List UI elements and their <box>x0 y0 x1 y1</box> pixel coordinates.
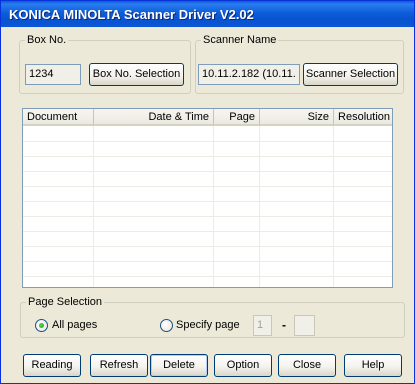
help-button[interactable]: Help <box>344 354 402 377</box>
grid-line <box>23 156 392 157</box>
scanner-name-group-label: Scanner Name <box>203 34 277 46</box>
grid-line <box>23 201 392 202</box>
option-button[interactable]: Option <box>214 354 272 377</box>
grid-line <box>23 171 392 172</box>
title-bar[interactable]: KONICA MINOLTA Scanner Driver V2.02 <box>1 1 414 27</box>
to-page-field[interactable] <box>294 315 315 336</box>
grid-line <box>23 216 392 217</box>
column-header-date-time[interactable]: Date & Time <box>94 109 214 126</box>
column-header-page[interactable]: Page <box>214 109 260 126</box>
box-no-field[interactable]: 1234 <box>25 64 81 85</box>
list-header: Document Date & Time Page Size Resolutio… <box>23 109 392 126</box>
reading-button[interactable]: Reading <box>23 354 81 377</box>
grid-line <box>23 261 392 262</box>
grid-line <box>23 186 392 187</box>
radio-selected-dot <box>39 323 44 328</box>
grid-line <box>23 276 392 277</box>
page-range-separator: - <box>282 318 286 332</box>
close-button[interactable]: Close <box>278 354 336 377</box>
grid-line <box>213 126 214 287</box>
grid-line <box>23 231 392 232</box>
page-selection-group: Page Selection <box>20 297 405 338</box>
specify-page-label[interactable]: Specify page <box>176 319 240 331</box>
grid-line <box>259 126 260 287</box>
column-header-size[interactable]: Size <box>260 109 334 126</box>
scanner-selection-button[interactable]: Scanner Selection <box>303 63 398 86</box>
all-pages-label[interactable]: All pages <box>52 319 97 331</box>
grid-line <box>333 126 334 287</box>
grid-line <box>93 126 94 287</box>
page-selection-group-label: Page Selection <box>28 296 102 308</box>
window-title: KONICA MINOLTA Scanner Driver V2.02 <box>9 7 254 22</box>
specify-page-radio[interactable] <box>160 319 173 332</box>
all-pages-radio[interactable] <box>35 319 48 332</box>
grid-line <box>23 141 392 142</box>
delete-button[interactable]: Delete <box>150 354 208 377</box>
box-no-selection-button[interactable]: Box No. Selection <box>89 63 184 86</box>
column-header-resolution[interactable]: Resolution <box>334 109 392 126</box>
refresh-button[interactable]: Refresh <box>90 354 148 377</box>
from-page-field[interactable]: 1 <box>253 315 272 336</box>
box-no-group-label: Box No. <box>27 34 67 46</box>
scanner-driver-window: KONICA MINOLTA Scanner Driver V2.02 Box … <box>0 0 415 384</box>
scanner-name-field[interactable]: 10.11.2.182 (10.11. <box>198 64 300 85</box>
document-list[interactable]: Document Date & Time Page Size Resolutio… <box>22 108 393 288</box>
column-header-document[interactable]: Document <box>23 109 94 126</box>
grid-line <box>23 246 392 247</box>
